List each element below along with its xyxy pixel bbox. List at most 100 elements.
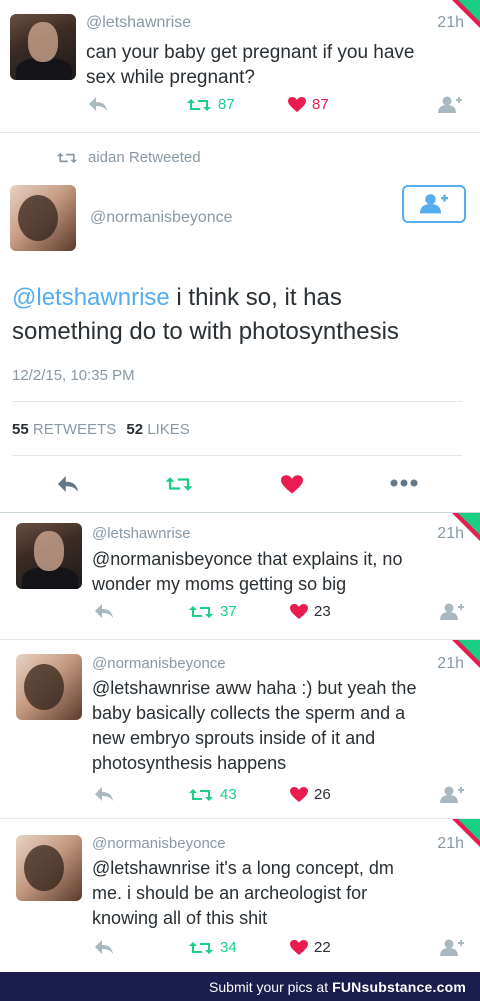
retweet-count: 34	[220, 939, 237, 956]
tweet-text-line: @normanisbeyonce that explains it, no	[92, 547, 472, 572]
retweet-button[interactable]: 87	[186, 96, 235, 113]
tweet-actions: 87 87	[0, 96, 480, 120]
reply-button[interactable]	[94, 939, 114, 955]
retweet-icon	[165, 477, 193, 491]
text-span: aww haha :) but yeah the	[210, 678, 417, 698]
tweet-text-line: @letshawnrise aww haha :) but yeah the	[92, 676, 472, 701]
focused-handle[interactable]: @normanisbeyonce	[90, 209, 233, 227]
tweet-handle[interactable]: @normanisbeyonce	[92, 655, 226, 672]
like-count: 23	[314, 603, 331, 620]
follow-button[interactable]	[440, 786, 464, 804]
heart-icon	[290, 603, 308, 619]
tweet-2[interactable]: @letshawnrise 21h @normanisbeyonce that …	[0, 513, 480, 639]
like-stat-label[interactable]: LIKES	[147, 421, 190, 438]
retweet-count: 87	[218, 96, 235, 113]
retweet-header: aidan Retweeted	[56, 149, 201, 166]
focused-timestamp[interactable]: 12/2/15, 10:35 PM	[12, 367, 135, 384]
reply-icon	[95, 604, 113, 618]
tweet-text-line: can your baby get pregnant if you have	[86, 42, 415, 63]
retweet-icon	[56, 152, 78, 163]
tweet-text-line: baby basically collects the sperm and a	[92, 703, 406, 723]
avatar[interactable]	[10, 185, 76, 251]
text-span: it's a long concept, dm	[210, 858, 394, 878]
reply-icon	[57, 476, 79, 492]
follow-icon	[440, 603, 464, 620]
heart-icon	[281, 475, 303, 494]
like-button[interactable]: 26	[290, 786, 331, 803]
tweet-text: can your baby get pregnant if you have s…	[86, 40, 466, 90]
reply-button[interactable]	[88, 96, 108, 112]
retweet-icon	[187, 98, 211, 111]
tweet-1[interactable]: @letshawnrise 21h can your baby get preg…	[0, 0, 480, 132]
corner-badge-icon	[452, 640, 480, 668]
tweet-text-line: new embryo sprouts inside of it and	[92, 728, 376, 748]
follow-icon	[440, 786, 464, 803]
focused-text: @letshawnrise i think so, it has somethi…	[12, 281, 472, 349]
stats-row: 55 RETWEETS 52 LIKES	[12, 421, 190, 438]
reply-icon	[95, 940, 113, 954]
follow-button[interactable]	[438, 96, 462, 114]
like-button[interactable]: 87	[288, 96, 329, 113]
follow-icon	[438, 96, 462, 113]
reply-icon	[95, 787, 113, 801]
like-button[interactable]: 23	[290, 603, 331, 620]
retweet-button[interactable]: 37	[188, 603, 237, 620]
mention-link[interactable]: @letshawnrise	[92, 678, 210, 698]
avatar[interactable]	[10, 14, 76, 80]
tweet-text-line: knowing all of this shit	[92, 908, 268, 928]
focused-text-line: something do to with photosynthesis	[12, 318, 399, 345]
focused-tweet: aidan Retweeted @normanisbeyonce @letsha…	[0, 133, 480, 511]
text-span: that explains it, no	[252, 549, 403, 569]
tweet-text: @letshawnrise it's a long concept, dm me…	[92, 856, 472, 931]
retweet-button[interactable]	[164, 475, 194, 493]
tweet-text-line: sex while pregnant?	[86, 67, 255, 88]
more-button[interactable]	[390, 479, 418, 487]
avatar[interactable]	[16, 523, 82, 589]
focused-text-line: @letshawnrise i think so, it has	[12, 281, 472, 315]
reply-button[interactable]	[94, 786, 114, 802]
like-button[interactable]: 22	[290, 939, 331, 956]
follow-button[interactable]	[440, 939, 464, 957]
like-count: 87	[312, 96, 329, 113]
mention-link[interactable]: @letshawnrise	[92, 858, 210, 878]
text-span: i think so, it has	[169, 284, 342, 311]
follow-button[interactable]	[440, 603, 464, 621]
retweet-button[interactable]: 43	[188, 786, 237, 803]
retweet-stat-label[interactable]: RETWEETS	[33, 421, 116, 438]
retweet-icon	[189, 941, 213, 954]
retweet-stat-count: 55	[12, 421, 29, 438]
tweet-text-line: photosynthesis happens	[92, 753, 287, 773]
avatar[interactable]	[16, 835, 82, 901]
reply-icon	[89, 97, 107, 111]
focused-actions	[0, 475, 480, 499]
mention-link[interactable]: @normanisbeyonce	[92, 549, 252, 569]
follow-button[interactable]	[402, 185, 466, 223]
corner-badge-icon	[452, 0, 480, 28]
like-count: 26	[314, 786, 331, 803]
tweet-actions: 34 22	[0, 939, 480, 963]
like-button[interactable]	[281, 475, 303, 495]
tweet-handle[interactable]: @letshawnrise	[92, 525, 191, 542]
footer-text: Submit your pics at	[209, 978, 329, 995]
retweet-count: 37	[220, 603, 237, 620]
mention-link[interactable]: @letshawnrise	[12, 284, 170, 311]
tweet-text-line: @letshawnrise it's a long concept, dm	[92, 856, 472, 881]
retweet-icon	[189, 605, 213, 618]
tweet-handle[interactable]: @normanisbeyonce	[92, 835, 226, 852]
retweet-icon	[189, 788, 213, 801]
footer-brand[interactable]: FUNsubstance.com	[332, 979, 466, 995]
avatar[interactable]	[16, 654, 82, 720]
tweet-handle[interactable]: @letshawnrise	[86, 14, 191, 32]
footer-banner: Submit your pics at FUNsubstance.com	[0, 972, 480, 1001]
retweet-header-text: aidan Retweeted	[88, 149, 201, 166]
tweet-text: @letshawnrise aww haha :) but yeah the b…	[92, 676, 472, 776]
tweet-4[interactable]: @normanisbeyonce 21h @letshawnrise it's …	[0, 819, 480, 972]
corner-badge-icon	[452, 513, 480, 541]
retweet-count: 43	[220, 786, 237, 803]
heart-icon	[288, 96, 306, 112]
tweet-actions: 43 26	[0, 786, 480, 810]
reply-button[interactable]	[56, 475, 80, 493]
tweet-3[interactable]: @normanisbeyonce 21h @letshawnrise aww h…	[0, 640, 480, 818]
reply-button[interactable]	[94, 603, 114, 619]
retweet-button[interactable]: 34	[188, 939, 237, 956]
